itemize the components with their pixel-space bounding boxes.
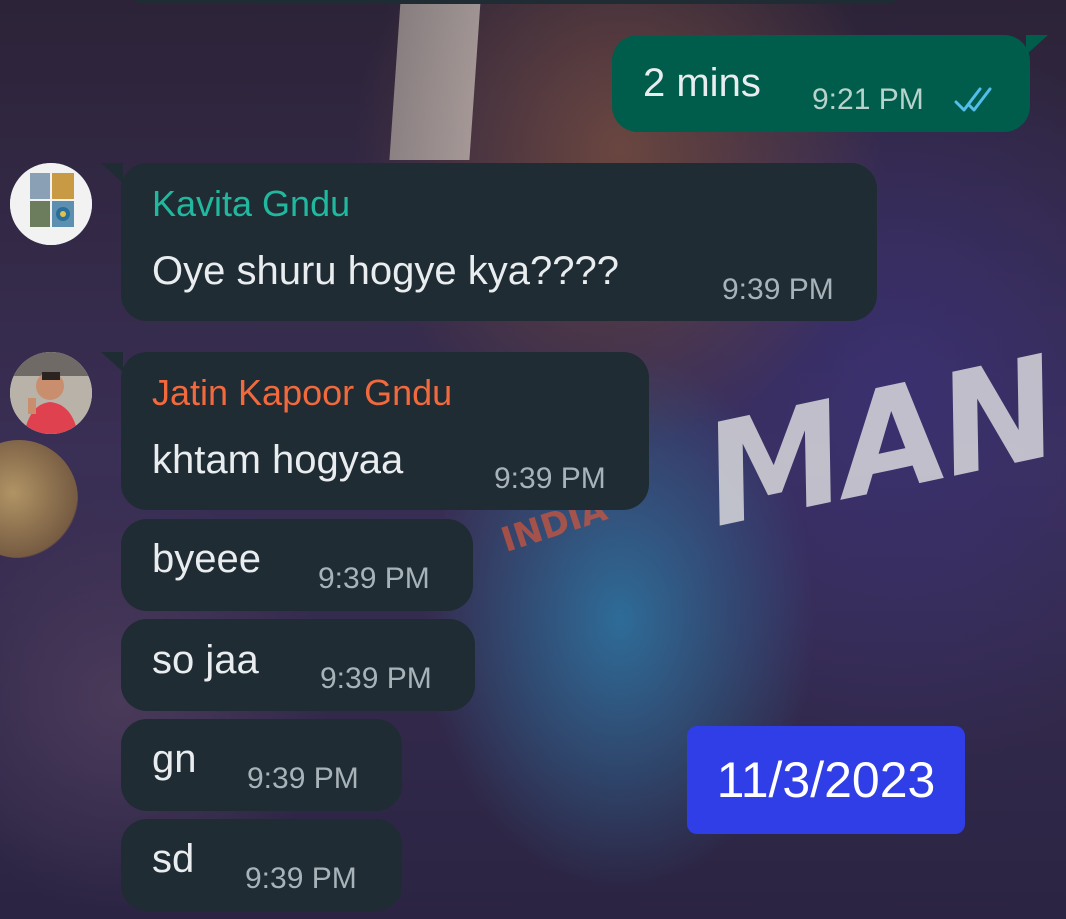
- wallpaper-ball: [0, 440, 78, 558]
- message-text: so jaa: [152, 638, 259, 682]
- message-time: 9:21 PM: [812, 83, 924, 116]
- incoming-message[interactable]: sd 9:39 PM: [121, 819, 402, 911]
- incoming-message[interactable]: Jatin Kapoor Gndu khtam hogyaa 9:39 PM: [121, 352, 649, 510]
- message-text: gn: [152, 737, 197, 781]
- message-text: khtam hogyaa: [152, 438, 404, 482]
- bubble-tail: [101, 352, 123, 372]
- incoming-message[interactable]: Kavita Gndu Oye shuru hogye kya???? 9:39…: [121, 163, 877, 321]
- sender-name[interactable]: Kavita Gndu: [152, 184, 350, 224]
- wallpaper-lettering: MAN: [690, 326, 1066, 560]
- incoming-message[interactable]: gn 9:39 PM: [121, 719, 402, 811]
- message-time: 9:39 PM: [318, 562, 430, 595]
- avatar-jatin[interactable]: [10, 352, 92, 434]
- bubble-tail: [101, 163, 123, 183]
- wallpaper-bat: [389, 0, 481, 160]
- avatar-image: [10, 163, 92, 245]
- message-time: 9:39 PM: [722, 273, 834, 306]
- message-time: 9:39 PM: [247, 762, 359, 795]
- sender-name[interactable]: Jatin Kapoor Gndu: [152, 373, 452, 413]
- message-text: 2 mins: [643, 61, 761, 105]
- message-text: sd: [152, 837, 195, 881]
- message-time: 9:39 PM: [245, 862, 357, 895]
- message-text: Oye shuru hogye kya????: [152, 249, 619, 293]
- avatar-kavita[interactable]: [10, 163, 92, 245]
- previous-message-edge: [130, 0, 900, 4]
- incoming-message[interactable]: so jaa 9:39 PM: [121, 619, 475, 711]
- message-time: 9:39 PM: [320, 662, 432, 695]
- bubble-tail: [1026, 35, 1048, 55]
- double-check-read-icon: [954, 87, 992, 112]
- date-overlay-label: 11/3/2023: [687, 726, 965, 834]
- avatar-image: [10, 352, 92, 434]
- message-text: byeee: [152, 537, 261, 581]
- message-time: 9:39 PM: [494, 462, 606, 495]
- incoming-message[interactable]: byeee 9:39 PM: [121, 519, 473, 611]
- outgoing-message[interactable]: 2 mins 9:21 PM: [612, 35, 1030, 132]
